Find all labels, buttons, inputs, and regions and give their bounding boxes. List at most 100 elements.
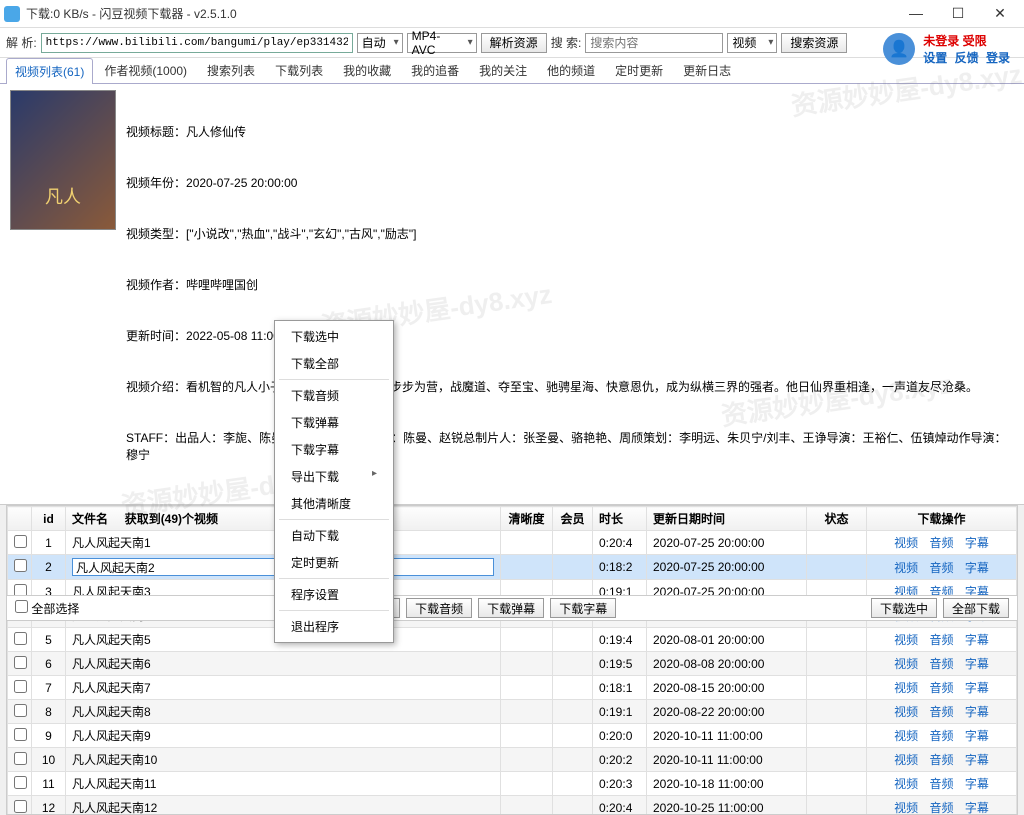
col-date[interactable]: 更新日期时间	[647, 507, 807, 531]
table-row[interactable]: 12 凡人风起天南12 0:20:4 2020-10-25 11:00:00 视…	[8, 796, 1017, 815]
cell-filename[interactable]: 凡人风起天南8	[66, 700, 501, 724]
op-audio-link[interactable]: 音频	[929, 729, 953, 743]
op-sub-link[interactable]: 字幕	[965, 777, 989, 791]
row-checkbox[interactable]	[14, 704, 27, 717]
row-checkbox[interactable]	[14, 656, 27, 669]
op-audio-link[interactable]: 音频	[929, 633, 953, 647]
tab-4[interactable]: 我的收藏	[334, 57, 400, 83]
op-audio-link[interactable]: 音频	[929, 681, 953, 695]
op-audio-link[interactable]: 音频	[929, 561, 953, 575]
col-ops[interactable]: 下载操作	[867, 507, 1017, 531]
table-row[interactable]: 1 凡人风起天南1 0:20:4 2020-07-25 20:00:00 视频 …	[8, 531, 1017, 555]
minimize-button[interactable]: —	[904, 5, 928, 22]
op-video-link[interactable]: 视频	[894, 561, 918, 575]
menu-item[interactable]: 下载全部	[275, 350, 393, 377]
tab-0[interactable]: 视频列表(61)	[6, 58, 93, 84]
op-sub-link[interactable]: 字幕	[965, 536, 989, 550]
op-sub-link[interactable]: 字幕	[965, 801, 989, 815]
op-audio-link[interactable]: 音频	[929, 657, 953, 671]
op-video-link[interactable]: 视频	[894, 657, 918, 671]
tab-6[interactable]: 我的关注	[470, 57, 536, 83]
cell-filename[interactable]: 凡人风起天南9	[66, 724, 501, 748]
download-subtitle-button[interactable]: 下载字幕	[550, 598, 616, 618]
tab-8[interactable]: 定时更新	[606, 57, 672, 83]
op-video-link[interactable]: 视频	[894, 777, 918, 791]
tab-9[interactable]: 更新日志	[674, 57, 740, 83]
op-sub-link[interactable]: 字幕	[965, 753, 989, 767]
menu-item[interactable]: 导出下载	[275, 463, 393, 490]
table-row[interactable]: 6 凡人风起天南6 0:19:5 2020-08-08 20:00:00 视频 …	[8, 652, 1017, 676]
menu-item[interactable]: 下载弹幕	[275, 409, 393, 436]
col-vip[interactable]: 会员	[553, 507, 593, 531]
cell-filename[interactable]: 凡人风起天南6	[66, 652, 501, 676]
cell-filename[interactable]: 凡人风起天南12	[66, 796, 501, 815]
row-checkbox[interactable]	[14, 632, 27, 645]
table-row[interactable]: 9 凡人风起天南9 0:20:0 2020-10-11 11:00:00 视频 …	[8, 724, 1017, 748]
auto-combo[interactable]: 自动	[357, 33, 403, 53]
col-quality[interactable]: 清晰度	[501, 507, 553, 531]
col-duration[interactable]: 时长	[593, 507, 647, 531]
download-danmu-button[interactable]: 下载弹幕	[478, 598, 544, 618]
row-checkbox[interactable]	[14, 535, 27, 548]
table-row[interactable]: 5 凡人风起天南5 0:19:4 2020-08-01 20:00:00 视频 …	[8, 628, 1017, 652]
close-button[interactable]: ✕	[988, 5, 1012, 22]
tab-7[interactable]: 他的频道	[538, 57, 604, 83]
search-button[interactable]: 搜索资源	[781, 33, 847, 53]
op-sub-link[interactable]: 字幕	[965, 561, 989, 575]
op-video-link[interactable]: 视频	[894, 633, 918, 647]
op-video-link[interactable]: 视频	[894, 801, 918, 815]
search-input[interactable]	[585, 33, 723, 53]
col-status[interactable]: 状态	[807, 507, 867, 531]
col-id[interactable]: id	[32, 507, 66, 531]
tab-3[interactable]: 下载列表	[266, 57, 332, 83]
table-row[interactable]: 11 凡人风起天南11 0:20:3 2020-10-18 11:00:00 视…	[8, 772, 1017, 796]
menu-item[interactable]: 自动下载	[275, 522, 393, 549]
maximize-button[interactable]: ☐	[946, 5, 970, 22]
category-combo[interactable]: 视频	[727, 33, 777, 53]
tab-1[interactable]: 作者视频(1000)	[95, 57, 196, 83]
row-checkbox[interactable]	[14, 680, 27, 693]
download-audio-button[interactable]: 下载音频	[406, 598, 472, 618]
settings-link[interactable]: 设置	[923, 51, 947, 65]
select-all-checkbox[interactable]: 全部选择	[15, 600, 79, 617]
parse-button[interactable]: 解析资源	[481, 33, 547, 53]
cell-filename[interactable]: 凡人风起天南7	[66, 676, 501, 700]
menu-item[interactable]: 定时更新	[275, 549, 393, 576]
url-input[interactable]	[41, 33, 353, 53]
row-checkbox[interactable]	[14, 800, 27, 813]
op-sub-link[interactable]: 字幕	[965, 633, 989, 647]
op-video-link[interactable]: 视频	[894, 729, 918, 743]
format-combo[interactable]: MP4-AVC	[407, 33, 477, 53]
table-row[interactable]: 8 凡人风起天南8 0:19:1 2020-08-22 20:00:00 视频 …	[8, 700, 1017, 724]
cell-filename[interactable]: 凡人风起天南10	[66, 748, 501, 772]
op-video-link[interactable]: 视频	[894, 536, 918, 550]
table-row[interactable]: 10 凡人风起天南10 0:20:2 2020-10-11 11:00:00 视…	[8, 748, 1017, 772]
op-audio-link[interactable]: 音频	[929, 777, 953, 791]
op-video-link[interactable]: 视频	[894, 753, 918, 767]
op-sub-link[interactable]: 字幕	[965, 657, 989, 671]
op-sub-link[interactable]: 字幕	[965, 729, 989, 743]
menu-item[interactable]: 下载选中	[275, 323, 393, 350]
cell-filename[interactable]: 凡人风起天南11	[66, 772, 501, 796]
feedback-link[interactable]: 反馈	[955, 51, 979, 65]
menu-item[interactable]: 下载字幕	[275, 436, 393, 463]
avatar[interactable]: 👤	[883, 33, 915, 65]
tab-5[interactable]: 我的追番	[402, 57, 468, 83]
menu-item[interactable]: 下载音频	[275, 382, 393, 409]
download-all-button[interactable]: 全部下载	[943, 598, 1009, 618]
login-link[interactable]: 登录	[986, 51, 1010, 65]
op-audio-link[interactable]: 音频	[929, 705, 953, 719]
row-checkbox[interactable]	[14, 776, 27, 789]
op-sub-link[interactable]: 字幕	[965, 705, 989, 719]
menu-item[interactable]: 程序设置	[275, 581, 393, 608]
row-checkbox[interactable]	[14, 752, 27, 765]
op-sub-link[interactable]: 字幕	[965, 681, 989, 695]
row-checkbox[interactable]	[14, 559, 27, 572]
op-audio-link[interactable]: 音频	[929, 801, 953, 815]
table-row[interactable]: 7 凡人风起天南7 0:18:1 2020-08-15 20:00:00 视频 …	[8, 676, 1017, 700]
op-audio-link[interactable]: 音频	[929, 753, 953, 767]
op-audio-link[interactable]: 音频	[929, 536, 953, 550]
table-row[interactable]: 2 0:18:2 2020-07-25 20:00:00 视频 音频 字幕	[8, 555, 1017, 580]
menu-item[interactable]: 其他清晰度	[275, 490, 393, 517]
op-video-link[interactable]: 视频	[894, 705, 918, 719]
